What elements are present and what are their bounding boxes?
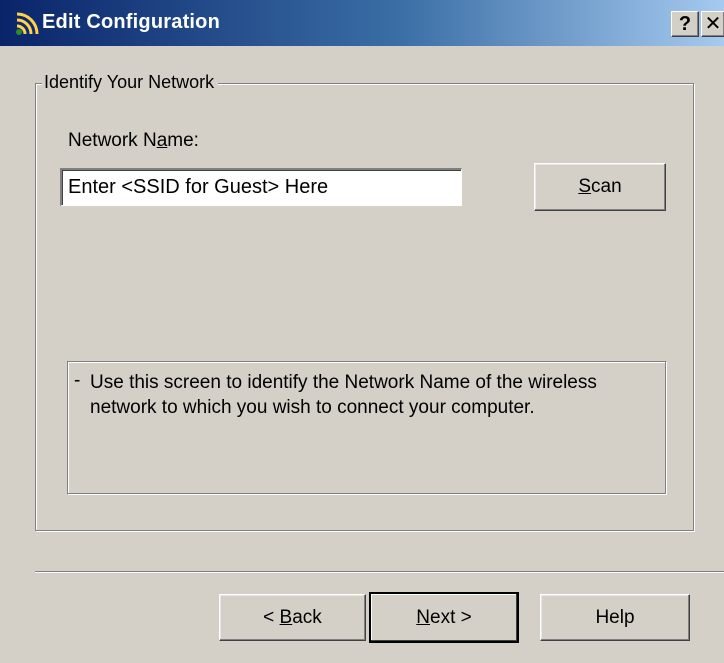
back-label-rest: ack: [292, 607, 322, 628]
close-button[interactable]: ✕: [701, 11, 724, 37]
scan-mnemonic: S: [578, 176, 592, 197]
network-name-label-mnemonic: a: [156, 130, 168, 151]
window-title: Edit Configuration: [42, 11, 221, 33]
network-name-label-end: me:: [167, 130, 199, 151]
next-mnemonic: N: [416, 607, 430, 628]
scan-label-rest: can: [591, 176, 622, 197]
help-button[interactable]: Help: [540, 594, 690, 641]
scan-button[interactable]: Scan: [534, 163, 666, 211]
info-text: Use this screen to identify the Network …: [90, 372, 597, 418]
title-bar[interactable]: Edit Configuration ? ✕: [0, 0, 724, 46]
footer-separator: [35, 571, 724, 573]
wireless-signal-icon: [16, 12, 39, 35]
next-label-rest: ext >: [430, 607, 472, 628]
network-name-label: Network Name:: [68, 130, 199, 152]
back-prefix: <: [263, 607, 280, 628]
network-name-input[interactable]: [60, 168, 462, 206]
back-mnemonic: B: [279, 607, 293, 628]
next-button[interactable]: Next >: [369, 592, 519, 643]
edit-configuration-dialog: Edit Configuration ? ✕ Identify Your Net…: [0, 0, 724, 663]
group-legend: Identify Your Network: [42, 72, 219, 93]
info-bullet: -: [74, 370, 81, 391]
back-button[interactable]: < Back: [219, 594, 366, 641]
network-name-label-start: Network N: [68, 130, 157, 151]
help-title-button[interactable]: ?: [671, 11, 699, 37]
